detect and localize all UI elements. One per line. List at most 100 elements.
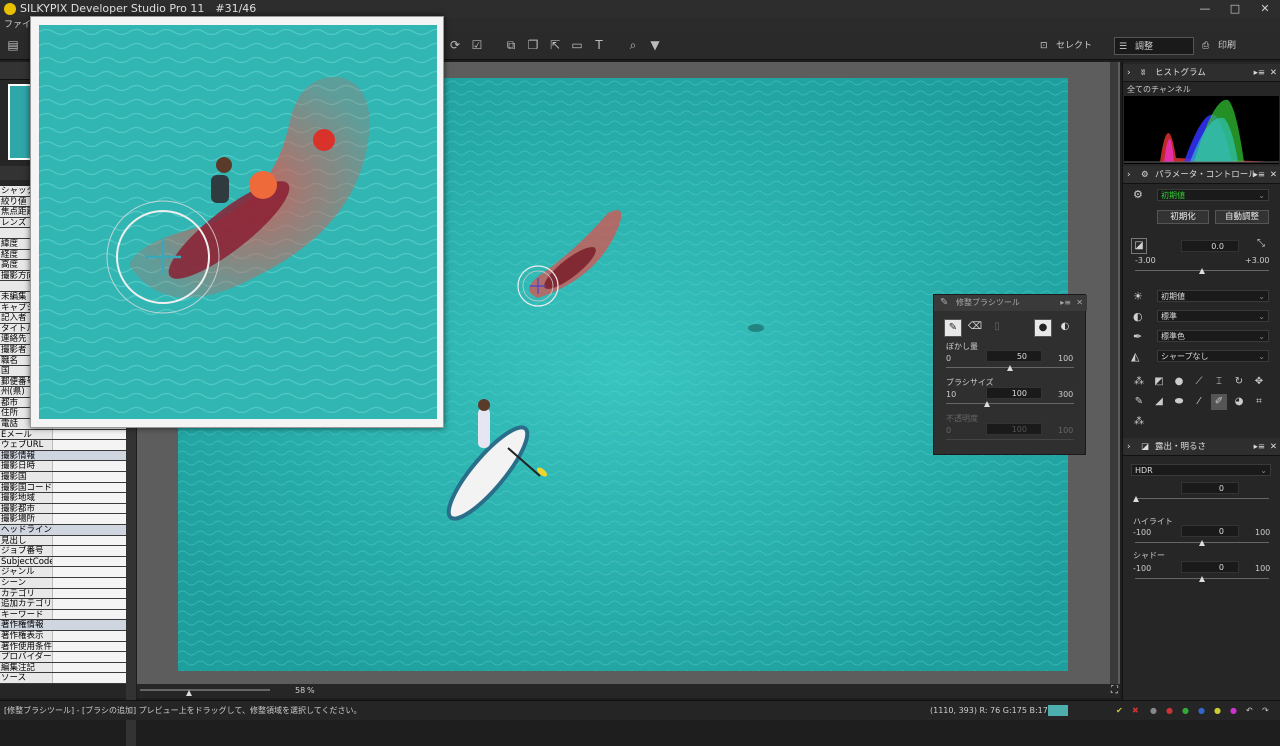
metadata-value[interactable] [52,662,126,673]
zoom-slider-knob[interactable] [186,690,192,696]
blur-input[interactable]: 50 [986,350,1042,362]
check-icon[interactable]: ☑ [470,38,484,52]
reset-button[interactable]: 初期化 [1157,210,1209,224]
metadata-row[interactable]: 著作使用条件 [0,641,126,653]
metadata-value[interactable] [52,630,126,641]
export-icon[interactable]: ⇱ [548,38,562,52]
expand-icon[interactable]: ⤡ [1257,238,1265,249]
metadata-row[interactable]: ジャンル [0,567,126,578]
tool-6-icon[interactable]: ↻ [1231,374,1247,390]
options-icon[interactable]: ▸≡ [1254,64,1265,82]
eraser-button[interactable]: ⌫ [966,319,984,337]
metadata-value[interactable] [52,493,126,503]
tag-purple-icon[interactable]: ● [1230,701,1237,721]
metadata-row[interactable]: 追加カテゴリ [0,599,126,610]
histogram-channel[interactable]: 全てのチャンネル [1127,84,1191,95]
tool-8-icon[interactable]: ✎ [1131,394,1147,410]
close-icon[interactable]: ✕ [1270,64,1277,82]
metadata-value[interactable] [52,535,126,546]
minimize-button[interactable]: — [1190,0,1220,18]
monitor-icon[interactable]: ▭ [570,38,584,52]
preset-dropdown[interactable]: 初期値 ⌄ [1157,189,1269,201]
sharp-dropdown[interactable]: シャープなし ⌄ [1157,350,1269,362]
wb-dropdown[interactable]: 初期値 ⌄ [1157,290,1269,302]
options-icon[interactable]: ▸≡ [1254,166,1265,184]
tag-green-icon[interactable]: ● [1182,701,1189,721]
metadata-row[interactable]: 撮影国コード [0,482,126,494]
metadata-row[interactable]: プロバイダー [0,652,126,663]
close-icon[interactable]: ✕ [1270,166,1277,184]
metadata-value[interactable] [52,429,126,440]
metadata-value[interactable] [52,461,126,472]
metadata-value[interactable] [52,641,126,652]
metadata-value[interactable] [52,567,126,577]
tool-15-icon[interactable]: ⁂ [1131,414,1147,430]
highlight-input[interactable]: 0 [1181,525,1239,537]
tag-yellow-icon[interactable]: ● [1214,701,1221,721]
brush-panel-header[interactable]: ✎ 修整ブラシツール ▸≡ ✕ [934,295,1087,311]
shadow-slider-knob[interactable] [1199,576,1205,582]
metadata-value[interactable] [52,577,126,588]
tone-dropdown[interactable]: 標準 ⌄ [1157,310,1269,322]
tag-blue-icon[interactable]: ● [1198,701,1205,721]
metadata-row[interactable]: カテゴリ [0,588,126,600]
metadata-value[interactable] [52,609,126,620]
blur-slider-knob[interactable] [1007,365,1013,371]
hdr-slider[interactable] [1135,498,1269,499]
params-header[interactable]: › ⚙ パラメータ・コントロール ▸≡ ✕ [1123,166,1280,184]
crop-icon[interactable]: ⌗ [1251,394,1267,410]
size-slider[interactable] [946,403,1074,404]
preview-vertical-scrollbar[interactable] [1110,62,1118,684]
close-icon[interactable]: ✕ [1270,438,1277,456]
mask-mode-button[interactable]: ◐ [1056,319,1074,337]
tool-13-icon[interactable]: ◕ [1231,394,1247,410]
size-slider-knob[interactable] [984,401,990,407]
metadata-value[interactable] [52,673,126,683]
tool-2-icon[interactable]: ◩ [1151,374,1167,390]
select-mode-button[interactable]: ⊡ セレクト [1036,37,1110,55]
histogram-header[interactable]: › ʬ ヒストグラム ▸≡ ✕ [1123,64,1280,82]
metadata-value[interactable] [52,472,126,482]
exposure-icon[interactable]: ◪ [1131,238,1147,254]
metadata-row[interactable]: 著作権表示 [0,630,126,642]
close-icon[interactable]: ✕ [1076,295,1083,311]
hdr-slider-knob[interactable] [1133,496,1139,502]
options-icon[interactable]: ▸≡ [1254,438,1265,456]
metadata-value[interactable] [52,588,126,599]
tool-4-icon[interactable]: ⟋ [1191,374,1207,390]
metadata-row[interactable]: 編集注記 [0,662,126,674]
highlight-slider-knob[interactable] [1199,540,1205,546]
tag-red-icon[interactable]: ● [1166,701,1173,721]
metadata-value[interactable] [52,514,126,524]
metadata-value[interactable] [52,440,126,450]
color-dropdown[interactable]: 標準色 ⌄ [1157,330,1269,342]
duplicate-icon[interactable]: ❐ [526,38,540,52]
metadata-row[interactable]: ソース [0,673,126,684]
metadata-row[interactable]: 撮影地域 [0,493,126,504]
metadata-row[interactable]: 見出し [0,535,126,547]
metadata-row[interactable]: ウェブURL [0,440,126,451]
metadata-row[interactable]: ジョブ番号 [0,546,126,557]
sun-icon[interactable]: ☀ [1133,290,1143,303]
metadata-row[interactable]: 撮影情報 [0,450,126,462]
reject-icon[interactable]: ✖ [1132,701,1139,721]
exposure-slider-knob[interactable] [1199,268,1205,274]
metadata-value[interactable] [52,652,126,662]
tool-1-icon[interactable]: ⁂ [1131,374,1147,390]
metadata-row[interactable]: ヘッドライン [0,525,126,536]
tool-7-icon[interactable]: ✥ [1251,374,1267,390]
tool-11-icon[interactable]: ⁄ [1191,394,1207,410]
close-window-button[interactable]: ✕ [1250,0,1280,18]
metadata-row[interactable]: Eメール [0,429,126,441]
exposure-section-header[interactable]: › ◪ 露出・明るさ ▸≡ ✕ [1123,438,1280,456]
file-icon[interactable]: ▤ [6,38,20,52]
text-icon[interactable]: T [592,38,606,52]
gear-icon[interactable]: ⚙ [1133,188,1143,201]
rotate-icon[interactable]: ⟳ [448,38,462,52]
mask-display-button[interactable]: ● [1034,319,1052,337]
maximize-button[interactable]: □ [1220,0,1250,18]
contrast-icon[interactable]: ◐ [1133,310,1143,323]
clear-button[interactable]: ▯ [988,319,1006,337]
filter-icon[interactable]: ▼ [648,38,662,52]
metadata-row[interactable]: 著作権情報 [0,620,126,631]
